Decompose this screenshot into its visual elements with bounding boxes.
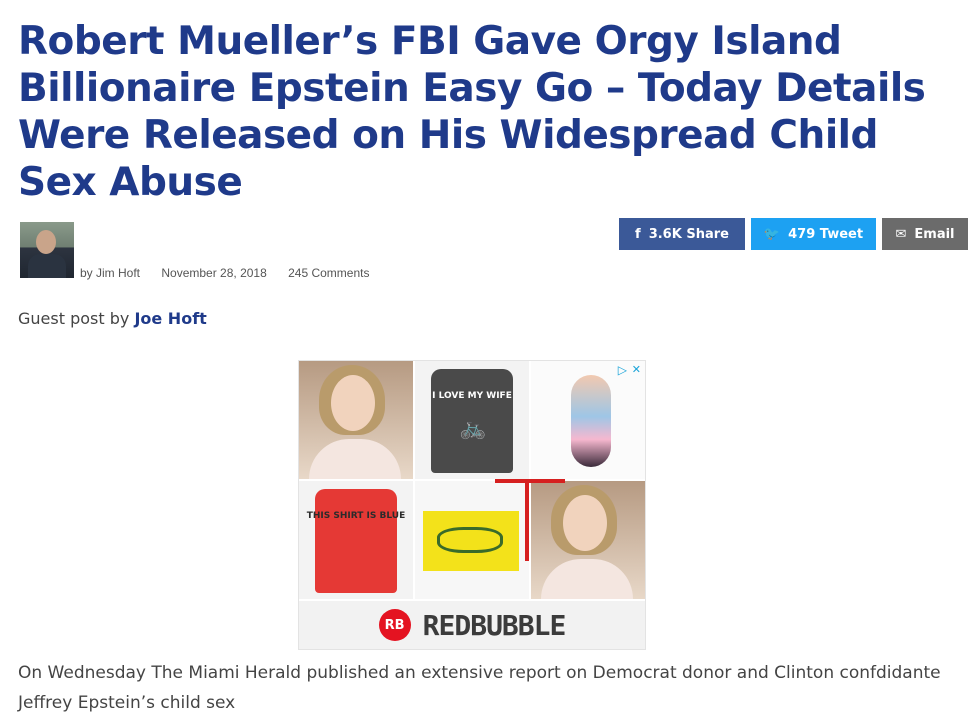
- tshirt-red: [315, 489, 397, 593]
- guest-author-link[interactable]: Joe Hoft: [134, 309, 206, 328]
- email-share-label: Email: [914, 226, 955, 242]
- model-face: [563, 495, 607, 551]
- twitter-tweet-label: 479 Tweet: [788, 226, 864, 242]
- snake-icon: [437, 527, 503, 553]
- article-meta: by Jim Hoft November 28, 2018 245 Commen…: [80, 266, 387, 280]
- ad-brand-bar[interactable]: RB REDBUBBLE: [299, 601, 645, 649]
- comments-link[interactable]: 245 Comments: [288, 266, 369, 280]
- ad-tile-model[interactable]: [299, 361, 413, 479]
- twitter-tweet-button[interactable]: 🐦 479 Tweet: [751, 218, 876, 250]
- redbubble-logo-icon: RB: [378, 609, 411, 641]
- guest-prefix: Guest post by: [18, 309, 130, 328]
- model-face: [331, 375, 375, 431]
- ad-tile-flag[interactable]: [415, 481, 529, 599]
- tshirt-grey-text: I LOVE MY WIFE: [432, 391, 512, 401]
- close-icon[interactable]: ✕: [632, 363, 641, 376]
- ad-red-line: [525, 479, 529, 561]
- mail-icon: ✉: [895, 226, 907, 242]
- advertisement[interactable]: I LOVE MY WIFE 🚲 THIS SHIRT IS BLUE ▷ ✕ …: [298, 360, 646, 650]
- tshirt-red-text: THIS SHIRT IS BLUE: [306, 511, 406, 521]
- ad-product-grid: I LOVE MY WIFE 🚲 THIS SHIRT IS BLUE: [299, 361, 645, 601]
- facebook-share-label: 3.6K Share: [648, 226, 729, 242]
- ad-tile-model-2[interactable]: [531, 481, 645, 599]
- avatar-body: [28, 254, 66, 278]
- ad-tile-illustration[interactable]: [531, 361, 645, 479]
- article-headline: Robert Mueller’s FBI Gave Orgy Island Bi…: [18, 19, 926, 205]
- avatar-head: [36, 230, 56, 254]
- redbubble-brand-name: REDBUBBLE: [422, 608, 567, 642]
- illustration-figure: [571, 375, 611, 467]
- twitter-icon: 🐦: [763, 226, 781, 242]
- email-share-button[interactable]: ✉ Email: [882, 218, 968, 250]
- author-avatar[interactable]: [20, 222, 74, 278]
- publish-date: November 28, 2018: [161, 266, 267, 280]
- model-dress: [309, 439, 401, 479]
- ad-tile-tshirt-red[interactable]: THIS SHIRT IS BLUE: [299, 481, 413, 599]
- ad-red-line: [495, 479, 565, 483]
- ad-tile-tshirt-grey[interactable]: I LOVE MY WIFE 🚲: [415, 361, 529, 479]
- article-body-paragraph: On Wednesday The Miami Herald published …: [18, 663, 941, 713]
- guest-post-line: Guest post by Joe Hoft: [18, 309, 207, 328]
- author-byline[interactable]: by Jim Hoft: [80, 266, 140, 280]
- facebook-share-button[interactable]: f 3.6K Share: [619, 218, 745, 250]
- facebook-icon: f: [635, 226, 641, 242]
- bicycle-icon: 🚲: [459, 415, 487, 440]
- model-dress: [541, 559, 633, 599]
- adchoices-icon[interactable]: ▷: [618, 363, 627, 377]
